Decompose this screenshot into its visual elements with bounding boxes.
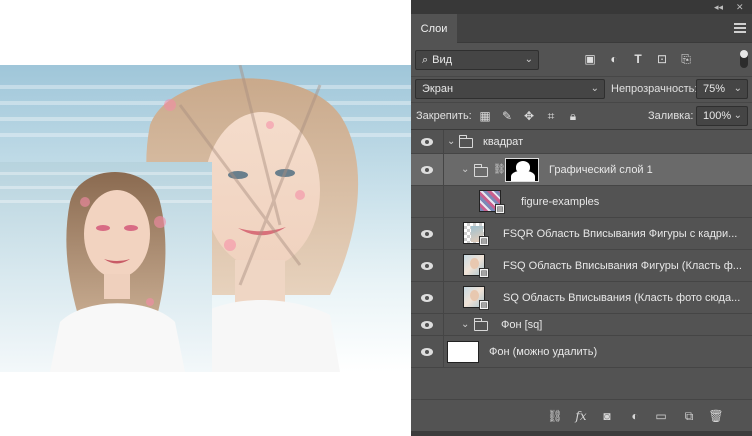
lock-transparent-icon[interactable]: ▦ (478, 109, 492, 123)
lock-move-icon[interactable]: ✥ (522, 109, 536, 123)
smart-object-badge-icon: ▤ (479, 236, 489, 246)
smart-object-badge-icon: ▤ (479, 268, 489, 278)
lock-row: Закрепить: ▦ ✎ ✥ ⌗ 🔒︎ Заливка: 100% ⌄ (411, 102, 752, 128)
filter-toggle-switch[interactable] (740, 50, 748, 68)
layer-name: Графический слой 1 (549, 163, 653, 176)
lock-artboard-icon[interactable]: ⌗ (544, 109, 558, 123)
shape-filter-icon[interactable]: ⊡ (655, 52, 669, 66)
chevron-down-icon[interactable]: ⌄ (734, 83, 742, 94)
eye-icon (421, 229, 433, 238)
smart-filter-icon[interactable]: ⎘ (679, 52, 693, 66)
opacity-value: 75% (703, 83, 726, 95)
blend-row: Экран ⌄ Непрозрачность: 75% ⌄ (411, 76, 752, 100)
layer-row-group[interactable]: ⌄ Фон [sq] (411, 314, 752, 336)
panel-bottom-strip (411, 431, 752, 436)
opacity-label: Непрозрачность: (611, 83, 698, 95)
photo-small-woman (0, 162, 212, 372)
layer-name: FSQR Область Вписывания Фигуры с кадри..… (503, 227, 738, 240)
close-panel-icon[interactable]: ✕ (736, 2, 744, 13)
search-icon: ⌕ (422, 53, 429, 66)
new-layer-icon[interactable]: ⧉ (681, 408, 697, 424)
layer-filter-row: ⌕ Вид ⌄ ▣ ◐ T ⊡ ⎘ (411, 44, 752, 74)
add-mask-icon[interactable]: ◙ (599, 408, 615, 424)
collapse-panel-icon[interactable]: ◂◂ (714, 2, 723, 13)
trash-icon[interactable]: 🗑︎ (708, 408, 724, 424)
eye-icon (421, 137, 433, 146)
layer-name: Фон [sq] (501, 318, 543, 331)
document-canvas[interactable] (0, 0, 411, 436)
adjustment-layer-icon[interactable]: ◐ (627, 408, 643, 424)
opacity-field[interactable]: 75% ⌄ (696, 79, 748, 99)
visibility-toggle[interactable] (411, 218, 444, 249)
lock-label: Закрепить: (416, 110, 472, 122)
chevron-down-icon[interactable]: ⌄ (461, 319, 469, 330)
eye-icon (421, 320, 433, 329)
lock-paint-icon[interactable]: ✎ (500, 109, 514, 123)
chevron-down-icon[interactable]: ⌄ (461, 164, 469, 175)
smart-object-badge-icon: ▤ (479, 300, 489, 310)
folder-icon (458, 135, 473, 148)
visibility-toggle[interactable] (411, 282, 444, 313)
layer-row-smart-object[interactable]: ▤ figure-examples (411, 186, 752, 218)
fx-icon[interactable]: fx (573, 408, 589, 424)
adjustment-filter-icon[interactable]: ◐ (607, 52, 621, 66)
folder-icon (473, 164, 488, 177)
layer-name: FSQ Область Вписывания Фигуры (Класть ф.… (503, 259, 742, 272)
folder-icon (473, 318, 488, 331)
type-filter-icon[interactable]: T (631, 52, 645, 66)
layer-mask-thumbnail[interactable] (505, 158, 539, 182)
visibility-toggle[interactable] (411, 314, 444, 335)
visibility-toggle[interactable] (411, 250, 444, 281)
chevron-down-icon[interactable]: ⌄ (734, 110, 742, 121)
layers-list: ⌄ квадрат ⌄ ⛓ Графический слой 1 ▤ figur… (411, 129, 752, 399)
layer-thumbnail (447, 341, 479, 363)
fill-label: Заливка: (648, 110, 694, 122)
panel-top-strip: ◂◂ ✕ (411, 0, 752, 14)
fill-value: 100% (703, 110, 732, 122)
blend-mode-value: Экран (422, 83, 454, 95)
filter-kind-select[interactable]: ⌕ Вид ⌄ (415, 50, 539, 70)
visibility-toggle[interactable] (411, 154, 444, 185)
visibility-toggle[interactable] (411, 186, 444, 217)
layer-row-background[interactable]: Фон (можно удалить) (411, 336, 752, 368)
app-window: ◂◂ ✕ Слои ⌕ Вид ⌄ ▣ ◐ T ⊡ ⎘ Экран ⌄ Непр… (0, 0, 752, 436)
layer-name: SQ Область Вписывания (Класть фото сюда.… (503, 291, 741, 304)
new-group-icon[interactable]: ▭ (653, 408, 669, 424)
fill-field[interactable]: 100% ⌄ (696, 106, 748, 126)
chevron-down-icon: ⌄ (524, 54, 533, 65)
link-icon[interactable]: ⛓ (493, 164, 506, 175)
link-layers-icon[interactable]: ⛓ (547, 408, 563, 424)
layers-panel: ◂◂ ✕ Слои ⌕ Вид ⌄ ▣ ◐ T ⊡ ⎘ Экран ⌄ Непр… (411, 0, 752, 436)
chevron-down-icon[interactable]: ⌄ (447, 136, 455, 147)
eye-icon (421, 293, 433, 302)
layer-row-smart-object[interactable]: ▤ SQ Область Вписывания (Класть фото сюд… (411, 282, 752, 314)
layer-row-group-selected[interactable]: ⌄ ⛓ Графический слой 1 (411, 154, 752, 186)
chevron-down-icon: ⌄ (590, 83, 599, 94)
eye-icon (421, 347, 433, 356)
layer-row-smart-object[interactable]: ▤ FSQR Область Вписывания Фигуры с кадри… (411, 218, 752, 250)
blend-mode-select[interactable]: Экран ⌄ (415, 79, 605, 99)
image-filter-icon[interactable]: ▣ (583, 52, 597, 66)
layer-name: figure-examples (521, 195, 600, 208)
panel-tabbar: Слои (411, 14, 752, 43)
lock-all-icon[interactable]: 🔒︎ (566, 109, 580, 123)
layers-bottom-toolbar: ⛓ fx ◙ ◐ ▭ ⧉ 🗑︎ (411, 399, 752, 431)
layer-row-group[interactable]: ⌄ квадрат (411, 130, 752, 154)
filter-kind-value: Вид (432, 54, 453, 66)
visibility-toggle[interactable] (411, 336, 444, 367)
smart-object-badge-icon: ▤ (495, 204, 505, 214)
tab-layers[interactable]: Слои (411, 14, 457, 43)
layer-row-smart-object[interactable]: ▤ FSQ Область Вписывания Фигуры (Класть … (411, 250, 752, 282)
visibility-toggle[interactable] (411, 130, 444, 153)
eye-icon (421, 165, 433, 174)
panel-menu-icon[interactable] (734, 23, 746, 33)
eye-icon (421, 261, 433, 270)
layer-name: квадрат (483, 135, 524, 148)
layer-name: Фон (можно удалить) (489, 345, 598, 358)
